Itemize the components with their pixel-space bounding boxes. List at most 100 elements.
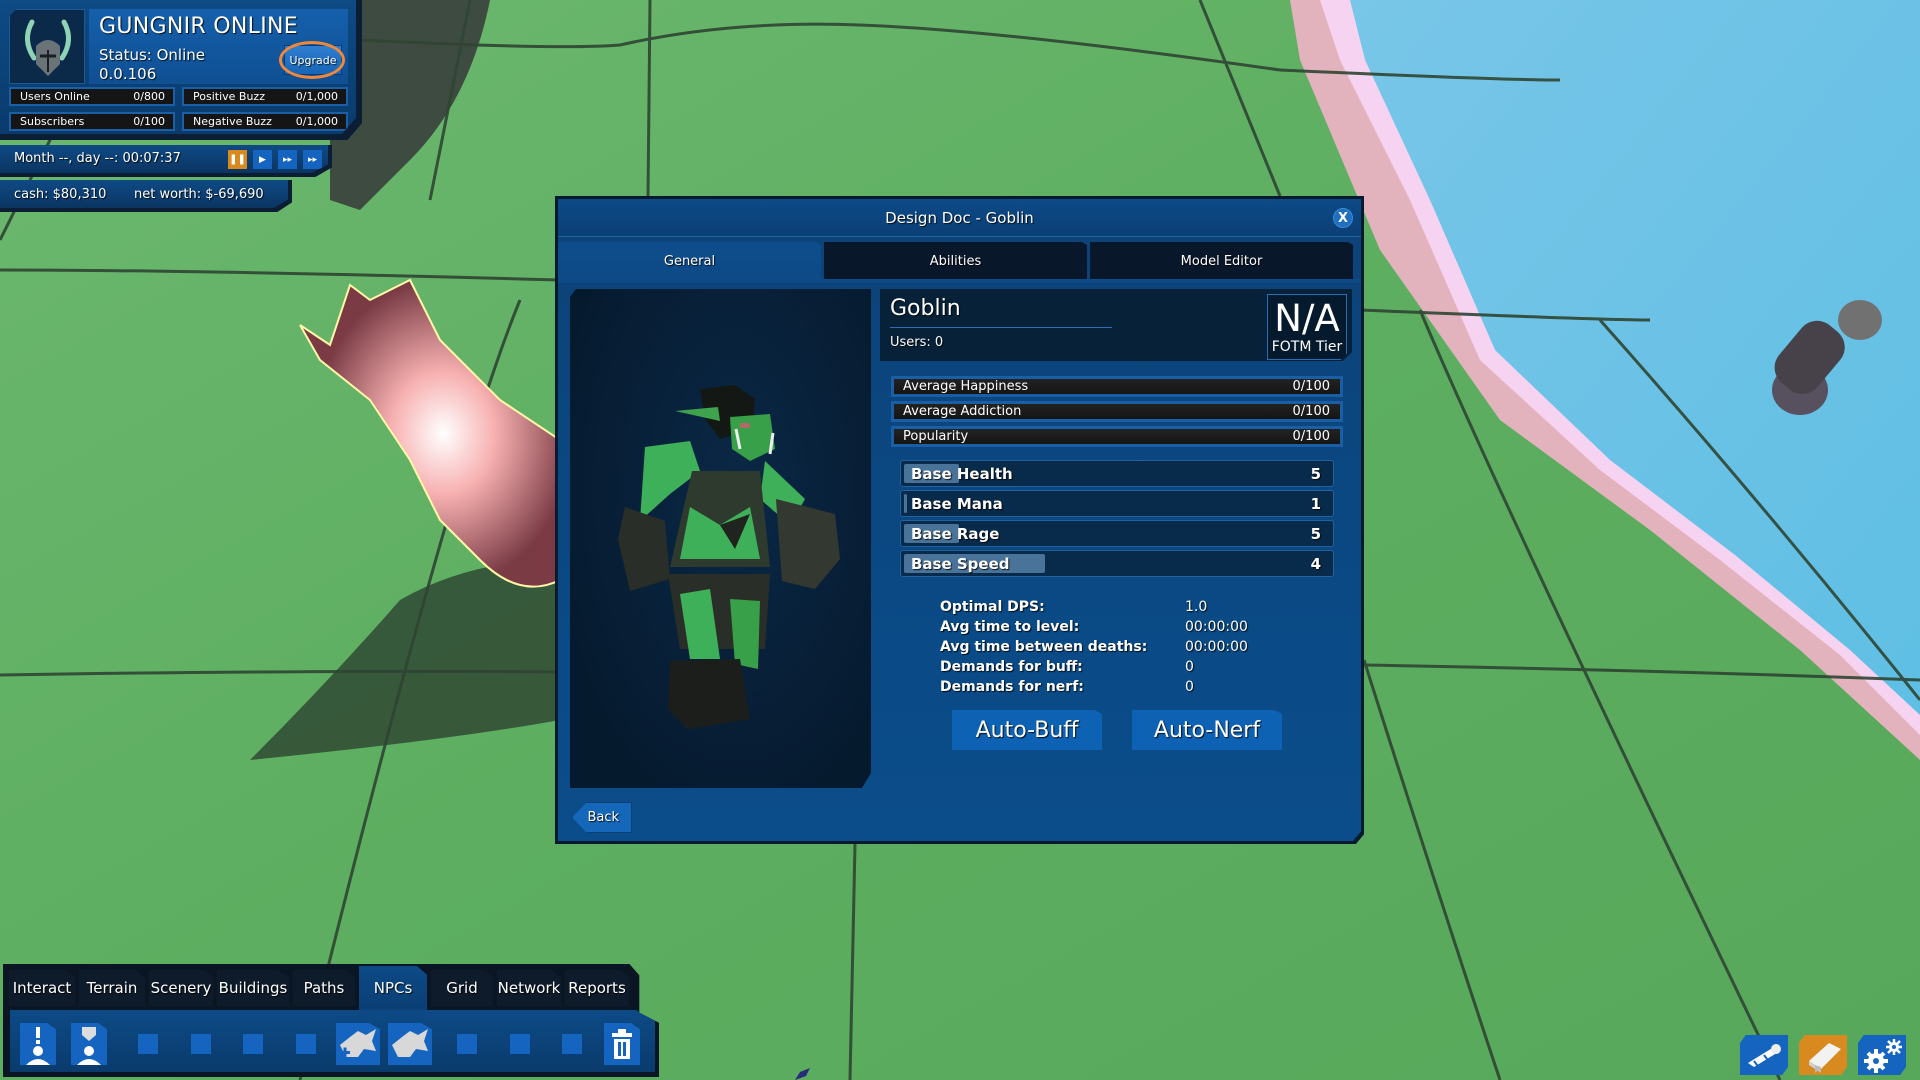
dialog-titlebar[interactable]: Design Doc - Goblin X xyxy=(558,199,1361,237)
slider-value: 5 xyxy=(1310,525,1321,543)
slider-label: Base Health xyxy=(911,465,1013,483)
close-button[interactable]: X xyxy=(1333,208,1353,228)
meter-label: Average Addiction xyxy=(903,404,1022,419)
scroll-icon xyxy=(1748,1044,1781,1070)
add-monster-icon xyxy=(340,1029,376,1058)
tab-npcs[interactable]: NPCs xyxy=(359,966,427,1010)
divider xyxy=(890,327,1112,328)
upgrade-button[interactable]: Upgrade xyxy=(284,45,342,75)
npc-summary-panel: Goblin Users: 0 N/A FOTM Tier xyxy=(880,289,1352,361)
empty-tool-slot[interactable] xyxy=(191,1034,211,1054)
slider-label: Base Rage xyxy=(911,525,1000,543)
tab-label: General xyxy=(663,253,716,269)
quest-npc-tool[interactable] xyxy=(20,1023,56,1065)
settings-button[interactable] xyxy=(1858,1035,1906,1075)
meter-value: 0/100 xyxy=(1292,379,1330,394)
perf-label: Optimal DPS: xyxy=(940,599,1045,615)
tab-general[interactable]: General xyxy=(558,242,821,280)
game-info-panel: GUNGNIR ONLINE Status: Online 0.0.106 Up… xyxy=(0,0,362,140)
stat-label: Positive Buzz xyxy=(193,90,265,103)
pause-icon: ❚❚ xyxy=(229,154,246,165)
positive-buzz-stat: Positive Buzz 0/1,000 xyxy=(182,87,348,106)
monster-icon xyxy=(392,1029,428,1057)
finance-panel: cash: $80,310 net worth: $-69,690 xyxy=(0,180,292,212)
base-mana-slider[interactable]: Base Mana 1 xyxy=(900,490,1334,517)
perf-value: 0 xyxy=(1185,659,1194,675)
close-icon: X xyxy=(1337,210,1349,226)
tab-reports[interactable]: Reports xyxy=(565,970,629,1006)
tab-model-editor[interactable]: Model Editor xyxy=(1090,242,1353,280)
empty-tool-slot[interactable] xyxy=(510,1034,530,1054)
npc-users-count: Users: 0 xyxy=(890,335,944,350)
time-panel: Month --, day --: 00:07:37 ❚❚ ▶ ▸▸ ▸▸ xyxy=(0,145,332,177)
stat-value: 0/100 xyxy=(133,115,165,128)
tab-label: Buildings xyxy=(218,979,288,997)
npc-name: Goblin xyxy=(890,296,961,321)
stat-label: Users Online xyxy=(20,90,90,103)
play-button[interactable]: ▶ xyxy=(253,150,272,169)
pause-button[interactable]: ❚❚ xyxy=(228,150,247,169)
subscribers-stat: Subscribers 0/100 xyxy=(9,112,175,131)
empty-tool-slot[interactable] xyxy=(562,1034,582,1054)
tab-label: Reports xyxy=(568,979,626,997)
auto-buff-button[interactable]: Auto-Buff xyxy=(952,710,1102,750)
game-clock: Month --, day --: 00:07:37 xyxy=(14,151,181,166)
meter-value: 0/100 xyxy=(1292,404,1330,419)
design-doc-book-button[interactable] xyxy=(1799,1035,1847,1075)
empty-tool-slot[interactable] xyxy=(243,1034,263,1054)
tab-grid[interactable]: Grid xyxy=(431,970,493,1006)
meter-label: Popularity xyxy=(903,429,969,444)
tab-label: Model Editor xyxy=(1180,253,1263,269)
fast-forward-button[interactable]: ▸▸ xyxy=(278,150,297,169)
book-icon xyxy=(1809,1043,1841,1073)
empty-tool-slot[interactable] xyxy=(138,1034,158,1054)
monster-tool[interactable] xyxy=(388,1023,432,1065)
base-rage-slider[interactable]: Base Rage 5 xyxy=(900,520,1334,547)
perf-label: Avg time to level: xyxy=(940,619,1080,635)
game-version: 0.0.106 xyxy=(99,65,157,83)
tab-buildings[interactable]: Buildings xyxy=(217,970,289,1006)
tab-label: NPCs xyxy=(373,979,413,997)
perf-label: Demands for buff: xyxy=(940,659,1083,675)
guard-npc-tool[interactable] xyxy=(71,1023,107,1065)
tab-label: Terrain xyxy=(86,979,138,997)
tab-scenery[interactable]: Scenery xyxy=(149,970,213,1006)
tab-paths[interactable]: Paths xyxy=(293,970,355,1006)
tool-tray xyxy=(10,1010,655,1072)
auto-nerf-button[interactable]: Auto-Nerf xyxy=(1132,710,1282,750)
slider-value: 1 xyxy=(1310,495,1321,513)
fastest-forward-button[interactable]: ▸▸ xyxy=(303,150,322,169)
perf-value: 00:00:00 xyxy=(1185,619,1248,635)
tab-network[interactable]: Network xyxy=(497,970,561,1006)
tab-interact[interactable]: Interact xyxy=(9,970,75,1006)
game-title-box: GUNGNIR ONLINE Status: Online 0.0.106 Up… xyxy=(89,9,348,84)
base-speed-slider[interactable]: Base Speed 4 xyxy=(900,550,1334,577)
empty-tool-slot[interactable] xyxy=(296,1034,316,1054)
base-health-slider[interactable]: Base Health 5 xyxy=(900,460,1334,487)
tab-label: Scenery xyxy=(150,979,212,997)
empty-tool-slot[interactable] xyxy=(457,1034,477,1054)
npc-model-viewer[interactable] xyxy=(570,289,871,788)
play-icon: ▶ xyxy=(259,154,266,165)
add-monster-tool[interactable] xyxy=(336,1023,380,1065)
perf-label: Demands for nerf: xyxy=(940,679,1084,695)
back-button[interactable]: Back xyxy=(572,802,632,833)
perf-value: 1.0 xyxy=(1185,599,1208,615)
perf-value: 00:00:00 xyxy=(1185,639,1248,655)
guard-npc-icon xyxy=(77,1027,101,1065)
cash-value: cash: $80,310 xyxy=(14,187,107,202)
quest-npc-icon xyxy=(26,1027,50,1065)
fotm-tier-label: FOTM Tier xyxy=(1271,339,1343,355)
stat-label: Negative Buzz xyxy=(193,115,272,128)
tab-label: Interact xyxy=(12,979,72,997)
tab-terrain[interactable]: Terrain xyxy=(79,970,145,1006)
stat-value: 0/1,000 xyxy=(295,90,338,103)
diploma-button[interactable] xyxy=(1740,1035,1788,1075)
users-online-stat: Users Online 0/800 xyxy=(9,87,175,106)
fotm-tier-value: N/A xyxy=(1274,297,1340,340)
build-toolbar: Interact Terrain Scenery Buildings Paths… xyxy=(3,964,659,1077)
button-label: Back xyxy=(587,810,619,825)
delete-tool[interactable] xyxy=(604,1023,640,1065)
tab-abilities[interactable]: Abilities xyxy=(824,242,1087,280)
net-worth-value: net worth: $-69,690 xyxy=(134,187,264,202)
